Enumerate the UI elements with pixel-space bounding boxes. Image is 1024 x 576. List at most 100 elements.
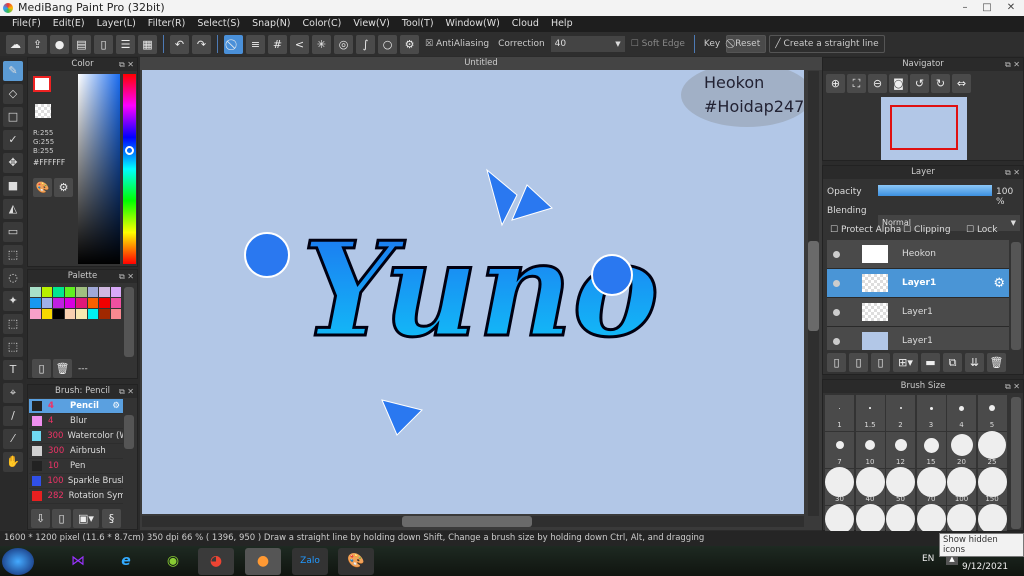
saturation-brightness-picker[interactable] xyxy=(78,74,120,264)
palette-swatch[interactable] xyxy=(76,298,87,308)
palette-icon[interactable]: 🎨 xyxy=(33,178,52,197)
undo-icon[interactable]: ↶ xyxy=(170,34,189,54)
menu-tool[interactable]: Tool(T) xyxy=(396,16,440,32)
taskbar-app-zalo[interactable]: Zalo xyxy=(292,548,328,575)
close-icon[interactable]: ⧉ ✕ xyxy=(1005,58,1020,71)
brush-size-cell[interactable]: 30 xyxy=(825,467,854,505)
palette-swatch[interactable] xyxy=(30,309,41,319)
close-icon[interactable]: ⧉ ✕ xyxy=(119,58,134,71)
share-icon[interactable]: ⇪ xyxy=(28,34,47,54)
taskbar-app-coccoc[interactable]: ◉ xyxy=(155,548,191,575)
duplicate-layer-icon[interactable]: ⧉ xyxy=(943,353,962,372)
zoom-in-icon[interactable]: ⊕ xyxy=(826,74,845,93)
brush-size-cell[interactable] xyxy=(916,504,946,532)
visibility-icon[interactable] xyxy=(833,250,840,258)
taskbar-app-ie[interactable]: e xyxy=(108,548,144,575)
visibility-icon[interactable] xyxy=(833,279,840,287)
add-brush-dropdown-icon[interactable]: ▣▾ xyxy=(73,509,99,528)
brush-size-cell[interactable]: 150 xyxy=(977,467,1007,505)
navigator-preview[interactable] xyxy=(881,97,967,160)
palette-swatch[interactable] xyxy=(53,298,64,308)
brush-scrollbar[interactable] xyxy=(124,415,134,449)
correction-select[interactable]: 40 ▼ xyxy=(550,36,625,52)
palette-swatch[interactable] xyxy=(87,298,98,308)
vanishing-point-icon[interactable]: < xyxy=(290,34,309,54)
menu-cloud[interactable]: Cloud xyxy=(506,16,545,32)
palette-swatch[interactable] xyxy=(64,309,75,319)
curve-snap-icon[interactable]: ∫ xyxy=(356,34,375,54)
close-icon[interactable]: ⧉ ✕ xyxy=(119,385,134,398)
magic-wand-icon[interactable]: ✦ xyxy=(3,291,23,311)
comment-icon[interactable]: ● xyxy=(50,34,69,54)
palette-swatch[interactable] xyxy=(99,309,110,319)
brush-item[interactable]: 300 Watercolor (W xyxy=(29,429,123,444)
circle-snap-icon[interactable]: ○ xyxy=(378,34,397,54)
layer-row[interactable]: Layer1 ⚙ xyxy=(827,269,1009,298)
horizontal-scrollbar[interactable] xyxy=(142,516,804,527)
minimize-button[interactable]: – xyxy=(954,0,976,14)
layer-row[interactable]: Layer1 xyxy=(827,298,1009,327)
palette-swatch[interactable] xyxy=(53,287,64,297)
document-icon[interactable]: ▯ xyxy=(94,34,113,54)
layer-row[interactable]: Layer1 xyxy=(827,327,1009,350)
trash-icon[interactable]: 🗑 xyxy=(53,359,72,378)
brush-size-cell[interactable] xyxy=(825,504,854,532)
maximize-button[interactable]: □ xyxy=(976,0,998,14)
palette-swatch[interactable] xyxy=(110,287,121,297)
new-1bit-layer-icon[interactable]: ▯ xyxy=(871,353,890,372)
merge-layer-icon[interactable]: ⇊ xyxy=(965,353,984,372)
brush-item[interactable]: 100 Sparkle Brush xyxy=(29,474,123,489)
menu-help[interactable]: Help xyxy=(545,16,579,32)
taskbar-app-paint[interactable]: 🎨 xyxy=(338,548,374,575)
close-window-button[interactable]: ✕ xyxy=(1000,0,1022,14)
palette-swatch[interactable] xyxy=(110,298,121,308)
palette-swatch[interactable] xyxy=(41,309,52,319)
hue-slider[interactable] xyxy=(123,74,136,264)
horizontal-scroll-thumb[interactable] xyxy=(402,516,532,527)
new-palette-icon[interactable]: ▯ xyxy=(32,359,51,378)
delete-layer-icon[interactable]: 🗑 xyxy=(987,353,1006,372)
drawing-canvas[interactable]: Heokon #Hoidap247 Yuno xyxy=(142,70,804,514)
add-layer-dropdown-icon[interactable]: ⊞▾ xyxy=(893,353,918,372)
palette-swatch[interactable] xyxy=(53,309,64,319)
menu-file[interactable]: File(F) xyxy=(6,16,47,32)
brush-item[interactable]: 4 Blur xyxy=(29,414,123,429)
transparent-color-swatch[interactable] xyxy=(35,104,51,118)
palette-swatch[interactable] xyxy=(76,309,87,319)
concentric-snap-icon[interactable]: ◎ xyxy=(334,34,353,54)
taskbar-app-medibang[interactable]: ● xyxy=(245,548,281,575)
protect-alpha-checkbox[interactable]: ☐ Protect Alpha xyxy=(830,225,901,235)
layer-scrollbar[interactable] xyxy=(1011,242,1021,350)
close-icon[interactable]: ⧉ ✕ xyxy=(119,270,134,283)
palette-swatch[interactable] xyxy=(87,287,98,297)
palette-swatch[interactable] xyxy=(87,309,98,319)
palette-swatch[interactable] xyxy=(99,287,110,297)
select-tool-icon[interactable]: ⬚ xyxy=(3,245,23,265)
layer-row[interactable]: Heokon xyxy=(827,240,1009,269)
palette-swatch[interactable] xyxy=(30,298,41,308)
brush-size-cell[interactable]: 70 xyxy=(916,467,946,505)
brush-size-cell[interactable]: 7 xyxy=(825,432,854,468)
operation-tool-icon[interactable]: ⌖ xyxy=(3,383,23,403)
brush-size-cell[interactable] xyxy=(947,504,976,532)
menu-edit[interactable]: Edit(E) xyxy=(47,16,91,32)
document-tab[interactable]: Untitled xyxy=(140,57,822,70)
brush-size-cell[interactable] xyxy=(977,504,1007,532)
select-eraser-icon[interactable]: ⬚ xyxy=(3,337,23,357)
reset-button[interactable]: ⃠ Reset xyxy=(726,35,767,53)
bucket-tool-icon[interactable]: ◭ xyxy=(3,199,23,219)
brush-size-cell[interactable]: 4 xyxy=(947,395,976,431)
brush-tool-icon[interactable]: ✎ xyxy=(3,61,23,81)
color-settings-icon[interactable]: ⚙ xyxy=(54,178,73,197)
list-icon[interactable]: ☰ xyxy=(116,34,135,54)
menu-snap[interactable]: Snap(N) xyxy=(246,16,296,32)
zoom-out-icon[interactable]: ⊖ xyxy=(868,74,887,93)
palette-scrollbar[interactable] xyxy=(124,287,134,357)
taskbar-app-visual-studio[interactable]: ⋈ xyxy=(60,548,96,575)
brush-size-cell[interactable]: 1.5 xyxy=(855,395,885,431)
brush-settings-icon[interactable]: § xyxy=(102,509,121,528)
move-tool-icon[interactable]: ✥ xyxy=(3,153,23,173)
radial-snap-icon[interactable]: ✳ xyxy=(312,34,331,54)
brush-size-cell[interactable]: 5 xyxy=(977,395,1007,431)
snap-off-icon[interactable]: ⃠ xyxy=(224,34,243,54)
